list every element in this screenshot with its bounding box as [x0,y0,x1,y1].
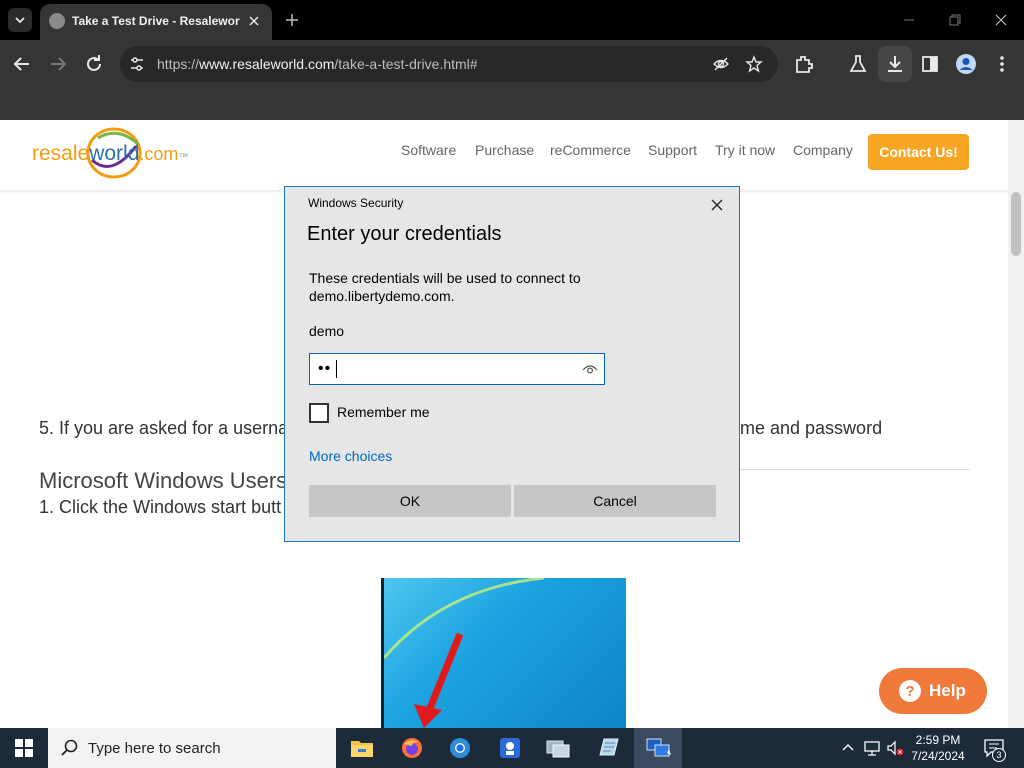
step-5-text-right: me and password [740,418,883,438]
back-arrow-icon[interactable] [10,52,34,76]
taskbar-app-notepad[interactable] [584,728,632,768]
nav-support[interactable]: Support [648,142,697,158]
taskbar-search-box[interactable]: Type here to search [48,728,336,768]
globe-icon [49,13,65,29]
remember-me-label[interactable]: Remember me [337,404,430,420]
browser-tab-active[interactable]: Take a Test Drive - Resaleworld [40,4,272,40]
minimize-icon[interactable] [899,10,919,30]
site-logo[interactable]: resaleworld.com™ [32,126,192,182]
close-icon[interactable] [246,13,262,29]
nav-software[interactable]: Software [401,142,456,158]
remote-desktop-icon [646,738,671,757]
dialog-close-icon[interactable] [708,196,726,214]
red-arrow-icon [384,578,545,728]
password-input[interactable]: •• [309,353,605,385]
search-icon [61,739,78,756]
system-clock[interactable]: 2:59 PM 7/24/2024 [905,732,971,764]
remember-me-checkbox[interactable] [309,403,329,423]
eye-off-icon[interactable] [712,55,730,73]
ok-button[interactable]: OK [309,485,511,517]
chrome-icon [450,738,470,758]
username-label: demo [309,323,345,339]
forward-arrow-icon[interactable] [46,52,70,76]
taskbar-file-explorer[interactable] [338,728,386,768]
reload-icon[interactable] [82,52,106,76]
new-tab-icon[interactable] [283,11,301,29]
section-divider [740,469,970,470]
firefox-icon [402,738,422,758]
windows-desktop-screenshot [381,578,626,728]
menu-kebab-icon[interactable] [990,52,1014,76]
more-choices-link[interactable]: More choices [309,448,392,464]
chevron-up-icon[interactable] [838,738,858,758]
notification-count-badge: 3 [992,748,1006,762]
notepad-icon [599,738,619,756]
network-computer-icon [546,740,570,758]
chevron-down-icon [15,17,25,24]
help-label: Help [929,681,966,700]
address-bar[interactable]: https://www.resaleworld.com/take-a-test-… [120,46,778,82]
restore-icon[interactable] [945,10,965,30]
extensions-icon[interactable] [792,52,816,76]
network-icon[interactable] [862,738,882,758]
microsoft-windows-heading: Microsoft Windows Users [39,468,288,493]
page-scrollbar[interactable] [1008,120,1024,728]
browser-toolbar: https://www.resaleworld.com/take-a-test-… [0,40,1024,120]
start-button[interactable] [0,728,48,768]
windows-taskbar: Type here to search 2:59 PM 7/24/2024 3 [0,728,1024,768]
side-panel-icon[interactable] [918,52,942,76]
site-header: resaleworld.com™ Software Purchase reCom… [0,120,1008,190]
text-caret [336,360,337,378]
site-info-icon[interactable] [128,55,146,73]
tab-search-button[interactable] [8,8,32,32]
nav-purchase[interactable]: Purchase [475,142,534,158]
windows-logo-icon [15,739,33,757]
url-text: https://www.resaleworld.com/take-a-test-… [157,56,478,72]
contact-us-button[interactable]: Contact Us! [868,134,969,170]
volume-muted-icon[interactable] [885,738,905,758]
dialog-caption: Windows Security [308,196,404,210]
bookmark-star-icon[interactable] [745,55,763,73]
folder-icon [351,741,373,757]
windows-security-dialog: Windows Security Enter your credentials … [284,186,740,542]
nav-recommerce[interactable]: reCommerce [550,142,631,158]
step-1-text: 1. Click the Windows start butt [39,497,282,517]
password-mask: •• [318,360,332,377]
taskbar-app-blue[interactable] [486,728,534,768]
profile-avatar-icon[interactable] [954,52,978,76]
clock-time: 2:59 PM [915,733,961,747]
logo-text: resaleworld.com™ [32,142,189,165]
help-button[interactable]: ? Help [879,668,987,714]
nav-try-it-now[interactable]: Try it now [715,142,775,158]
taskbar-firefox[interactable] [388,728,436,768]
nav-company[interactable]: Company [793,142,853,158]
action-center-button[interactable]: 3 [982,736,1006,762]
taskbar-app-remote-desktop[interactable] [634,728,682,768]
clock-date: 7/24/2024 [911,749,965,763]
remote-app-icon [500,738,520,758]
labs-flask-icon[interactable] [846,52,870,76]
search-placeholder: Type here to search [88,740,221,757]
taskbar-chrome[interactable] [436,728,484,768]
help-question-icon: ? [899,680,921,702]
step-5-text-left: 5. If you are asked for a userna [39,418,289,438]
download-icon [888,56,902,72]
browser-tab-bar: Take a Test Drive - Resaleworld [0,0,1024,40]
dialog-description: These credentials will be used to connec… [309,270,581,304]
tab-title: Take a Test Drive - Resaleworld [72,14,240,28]
dialog-title: Enter your credentials [307,223,502,245]
downloads-button[interactable] [878,46,912,82]
close-window-icon[interactable] [991,10,1011,30]
reveal-password-icon[interactable] [582,362,598,376]
scrollbar-thumb[interactable] [1011,192,1021,256]
cancel-button[interactable]: Cancel [514,485,716,517]
taskbar-app-network[interactable] [534,728,582,768]
